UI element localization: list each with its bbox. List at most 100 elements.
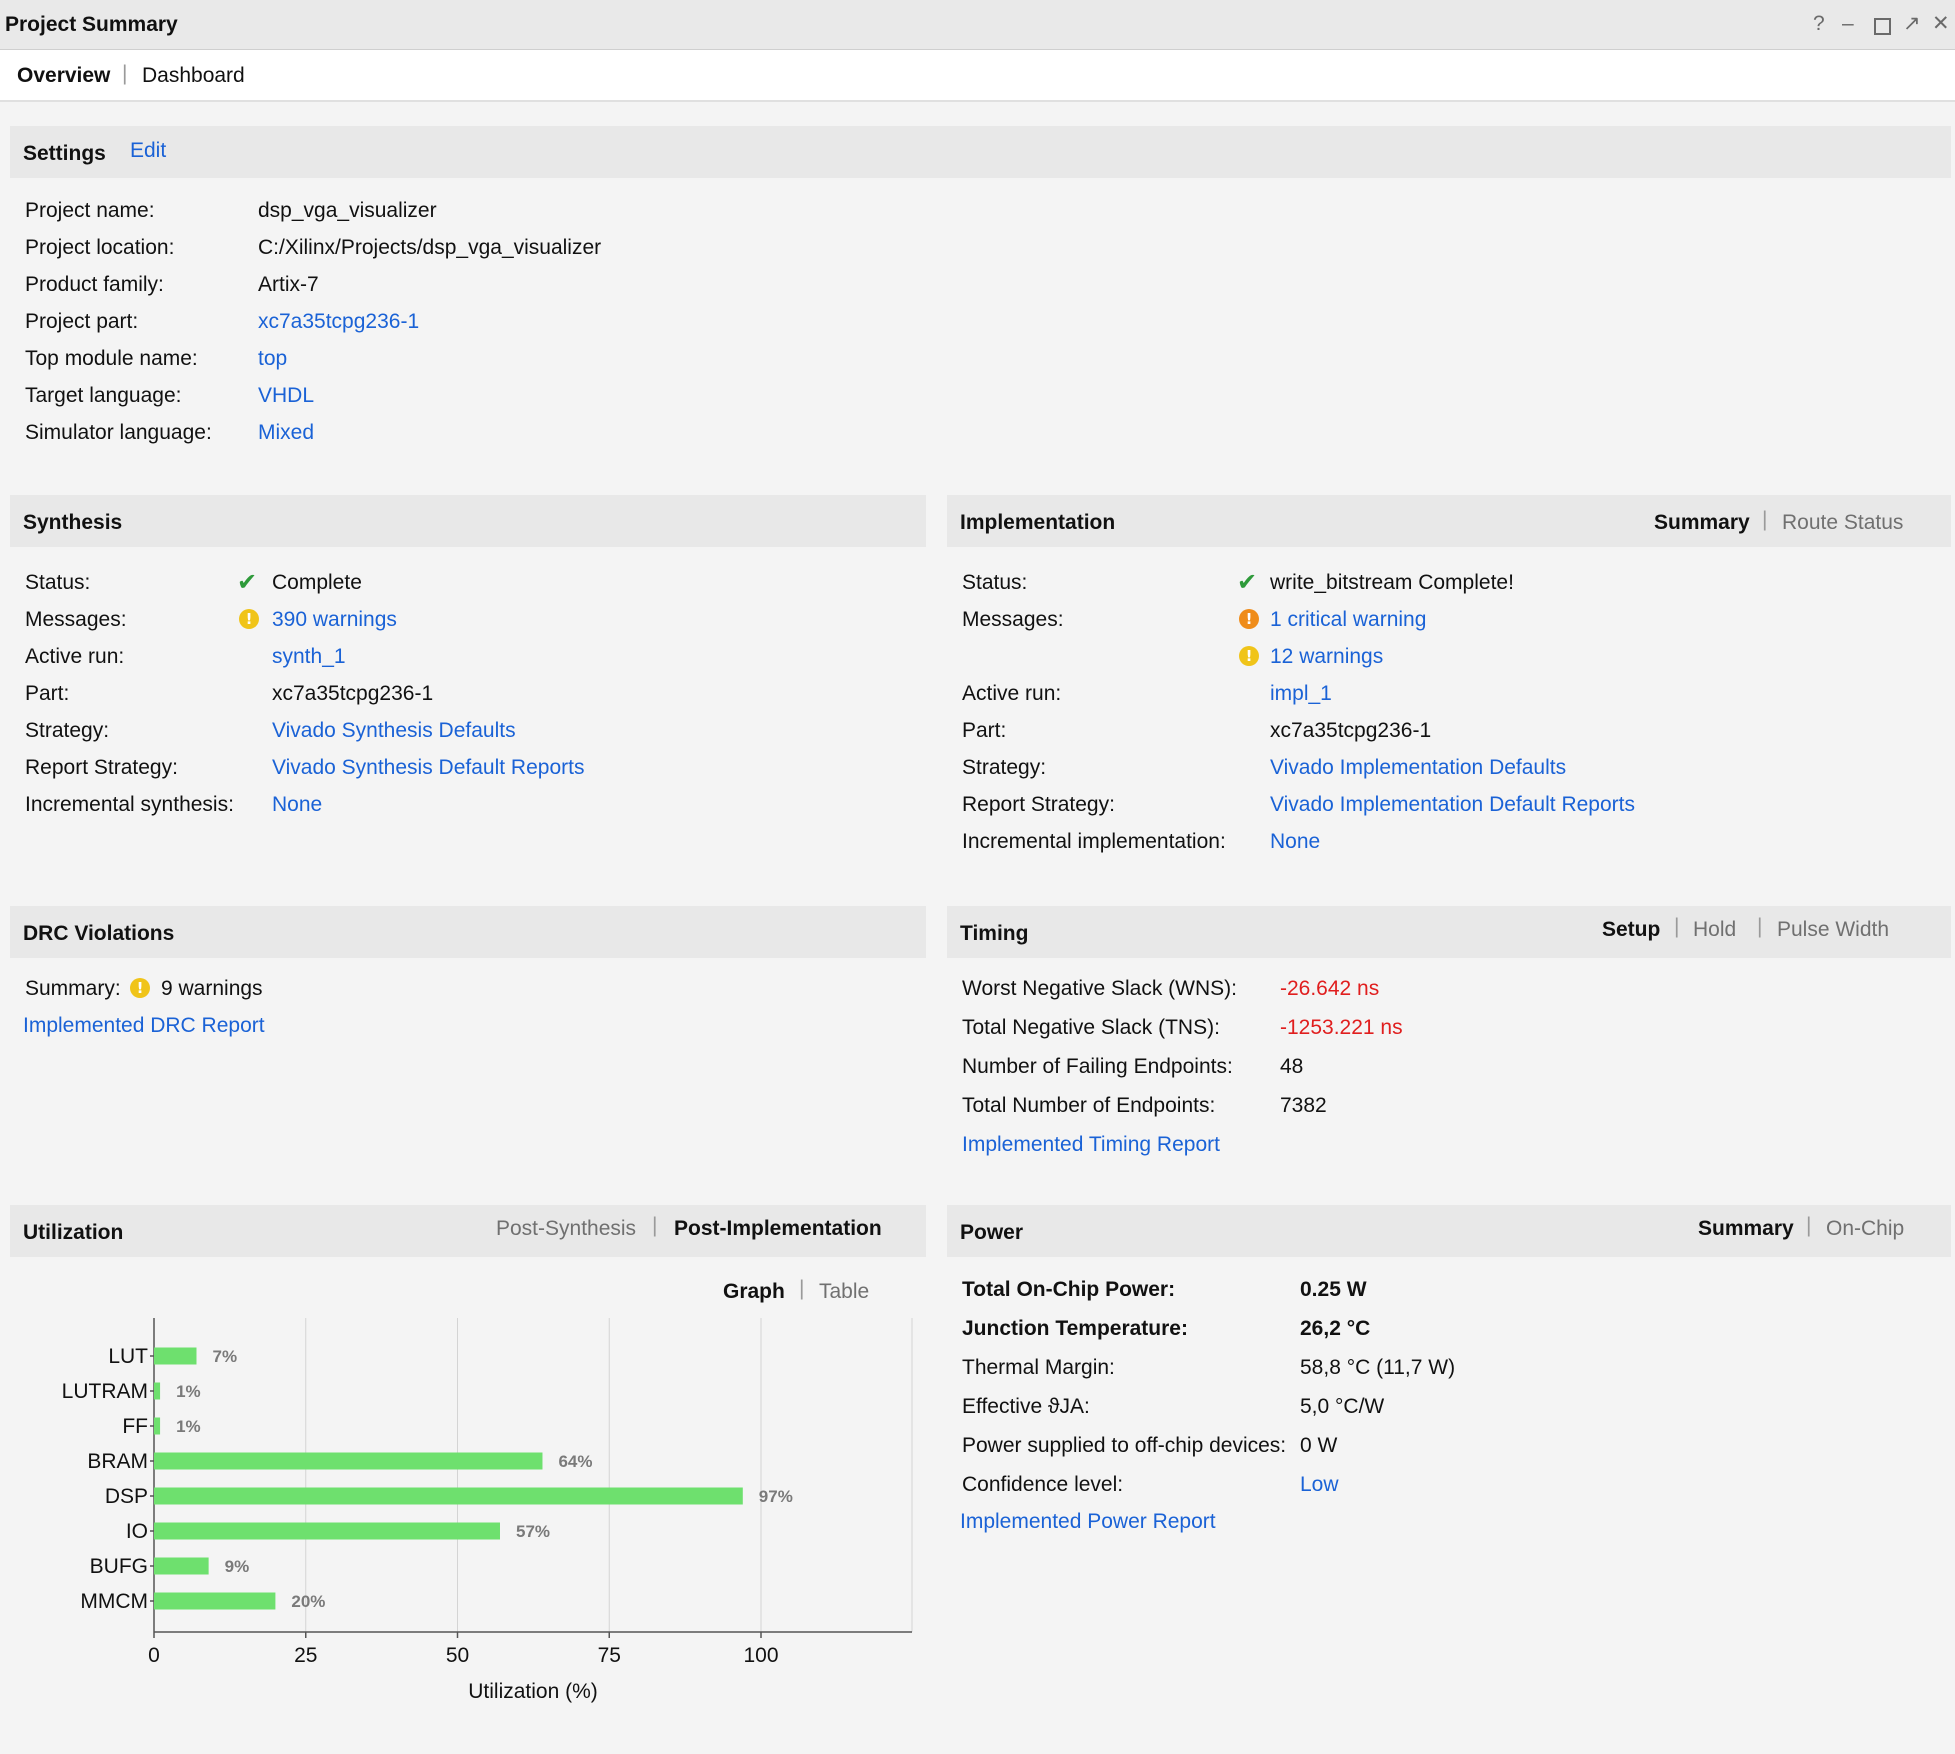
drc-summary-label: Summary: [25,977,121,1000]
tab-separator: | [1757,915,1763,938]
bar [154,1522,500,1540]
offchip-power-label: Power supplied to off-chip devices: [962,1434,1287,1457]
settings-edit-link[interactable]: Edit [130,139,166,163]
settings-row-link[interactable]: Mixed [258,421,314,445]
tab-post-synthesis[interactable]: Post-Synthesis [496,1217,636,1241]
impl-critical-warning-link[interactable]: 1 critical warning [1270,608,1426,632]
impl-active-run-link[interactable]: impl_1 [1270,682,1332,706]
tab-power-summary[interactable]: Summary [1698,1217,1794,1241]
settings-row-label: Top module name: [25,347,198,370]
synthesis-header: Synthesis [10,495,926,547]
synthesis-strategy-link[interactable]: Vivado Synthesis Defaults [272,719,516,743]
impl-report-strategy-link[interactable]: Vivado Implementation Default Reports [1270,793,1635,817]
tab-setup[interactable]: Setup [1602,918,1660,942]
y-tick-label: DSP [105,1485,148,1508]
settings-row-label: Project location: [25,236,175,259]
synthesis-strategy-label: Strategy: [25,719,110,742]
drc-report-link[interactable]: Implemented DRC Report [23,1014,265,1038]
tab-separator: | [799,1277,805,1300]
check-icon: ✔ [1237,569,1258,596]
junction-temp-label: Junction Temperature: [962,1317,1188,1340]
synthesis-part-value: xc7a35tcpg236-1 [272,682,434,705]
window-title: Project Summary [5,13,178,36]
tab-separator: | [1674,915,1680,938]
tab-implementation-summary[interactable]: Summary [1654,511,1750,535]
settings-row-label: Project name: [25,199,155,222]
power-header: Power Summary | On-Chip [947,1205,1951,1257]
junction-temp-value: 26,2 °C [1300,1317,1371,1340]
tab-table[interactable]: Table [819,1280,869,1304]
synthesis-warnings-link[interactable]: 390 warnings [272,608,397,632]
total-endpoints-label: Total Number of Endpoints: [962,1094,1216,1117]
impl-warnings-link[interactable]: 12 warnings [1270,645,1383,669]
tab-separator: | [122,62,128,85]
settings-row-link[interactable]: top [258,347,287,371]
impl-report-strategy-label: Report Strategy: [962,793,1115,816]
utilization-title: Utilization [23,1221,124,1244]
total-power-label: Total On-Chip Power: [962,1278,1176,1301]
confidence-link[interactable]: Low [1300,1473,1339,1497]
critical-warning-icon: ! [1239,609,1259,629]
help-icon[interactable]: ? [1813,10,1825,38]
title-bar: Project Summary ? – ↗ ✕ [0,0,1955,50]
timing-header: Timing Setup | Hold | Pulse Width [947,906,1951,958]
settings-row-link[interactable]: xc7a35tcpg236-1 [258,310,419,334]
bar [154,1382,161,1400]
impl-part-label: Part: [962,719,1007,742]
warning-icon: ! [1239,646,1259,666]
synthesis-incremental-link[interactable]: None [272,793,322,817]
tab-hold[interactable]: Hold [1693,918,1736,942]
synthesis-part-label: Part: [25,682,70,705]
x-tick-label: 25 [294,1644,317,1667]
settings-row-link[interactable]: VHDL [258,384,314,408]
maximize-icon[interactable] [1874,18,1891,35]
settings-header: Settings Edit [10,126,1951,178]
close-icon[interactable]: ✕ [1932,10,1950,38]
implementation-title: Implementation [960,511,1116,534]
synthesis-report-strategy-link[interactable]: Vivado Synthesis Default Reports [272,756,584,780]
confidence-label: Confidence level: [962,1473,1124,1496]
synthesis-report-strategy-label: Report Strategy: [25,756,178,779]
tns-label: Total Negative Slack (TNS): [962,1016,1220,1039]
bar-data-label: 9% [225,1557,250,1576]
synthesis-title: Synthesis [23,511,123,534]
drc-title: DRC Violations [23,922,175,945]
bar-data-label: 20% [291,1592,325,1611]
tab-post-implementation[interactable]: Post-Implementation [674,1217,882,1241]
settings-row-label: Simulator language: [25,421,212,444]
tns-value[interactable]: -1253.221 ns [1280,1016,1403,1040]
failing-endpoints-value: 48 [1280,1055,1304,1078]
wns-value[interactable]: -26.642 ns [1280,977,1379,1001]
bar [154,1452,543,1470]
tab-route-status[interactable]: Route Status [1782,511,1903,535]
offchip-power-value: 0 W [1300,1434,1338,1457]
synthesis-messages-label: Messages: [25,608,127,631]
tab-pulse-width[interactable]: Pulse Width [1777,918,1889,942]
impl-strategy-link[interactable]: Vivado Implementation Defaults [1270,756,1566,780]
impl-part-value: xc7a35tcpg236-1 [1270,719,1432,742]
tab-dashboard[interactable]: Dashboard [142,64,245,88]
float-icon[interactable]: ↗ [1903,10,1921,38]
synthesis-status-value: Complete [272,571,362,594]
tab-graph[interactable]: Graph [723,1280,785,1304]
bar-data-label: 1% [176,1382,201,1401]
minimize-icon[interactable]: – [1842,10,1854,38]
bar-data-label: 1% [176,1417,201,1436]
wns-label: Worst Negative Slack (WNS): [962,977,1237,1000]
settings-row-value: dsp_vga_visualizer [258,199,437,222]
x-tick-label: 50 [446,1644,469,1667]
implementation-header: Implementation Summary | Route Status [947,495,1951,547]
synthesis-active-run-link[interactable]: synth_1 [272,645,346,669]
drc-summary-value: 9 warnings [161,977,263,1000]
total-power-value: 0.25 W [1300,1278,1367,1301]
y-tick-label: BRAM [87,1450,148,1473]
bar-data-label: 7% [212,1347,237,1366]
tab-on-chip[interactable]: On-Chip [1826,1217,1904,1241]
bar [154,1592,276,1610]
tab-overview[interactable]: Overview [17,64,110,88]
synthesis-incremental-label: Incremental synthesis: [25,793,234,816]
timing-report-link[interactable]: Implemented Timing Report [962,1133,1220,1157]
y-tick-label: FF [122,1415,148,1438]
power-report-link[interactable]: Implemented Power Report [960,1510,1216,1534]
impl-incremental-link[interactable]: None [1270,830,1320,854]
